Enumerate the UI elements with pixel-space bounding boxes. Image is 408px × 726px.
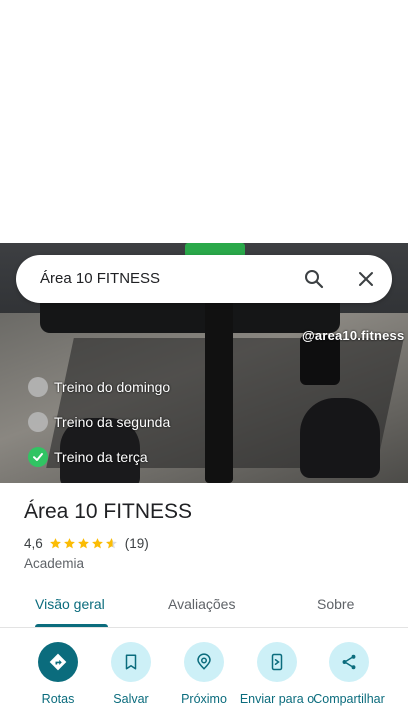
- check-circle-icon: [28, 446, 48, 467]
- review-count[interactable]: (19): [125, 536, 149, 551]
- checklist-item: Treino da terça: [28, 439, 170, 474]
- rating-stars: [49, 537, 119, 550]
- tab-indicator: [35, 624, 108, 627]
- photo-shoe-right: [300, 398, 380, 478]
- directions-icon: [38, 642, 78, 682]
- half-star-icon: [105, 538, 117, 549]
- checklist-label: Treino do domingo: [54, 378, 171, 395]
- share-icon: [329, 642, 369, 682]
- nearby-icon: [184, 642, 224, 682]
- tab-overview[interactable]: Visão geral: [35, 596, 105, 612]
- unchecked-circle-icon: [28, 376, 48, 397]
- star-icon: [63, 538, 75, 549]
- rating-row[interactable]: 4,6 (19): [24, 536, 149, 551]
- checklist-label: Treino da segunda: [54, 413, 171, 430]
- action-bar: Rotas Salvar Próximo Enviar para o Compa…: [0, 640, 408, 726]
- star-icon: [91, 538, 103, 549]
- close-icon[interactable]: [354, 267, 378, 291]
- photo-watermark: @area10.fitness: [302, 328, 405, 343]
- star-icon: [49, 538, 61, 549]
- rating-value: 4,6: [24, 536, 43, 551]
- checklist-item: Treino da segunda: [28, 404, 170, 439]
- nearby-label: Próximo: [181, 692, 227, 706]
- send-to-phone-label: Enviar para o: [239, 692, 315, 706]
- photo-checklist: Treino do domingo Treino da segunda Trei…: [28, 369, 170, 474]
- directions-label: Rotas: [41, 692, 75, 706]
- send-to-phone-button[interactable]: Enviar para o: [239, 642, 315, 706]
- save-button[interactable]: Salvar: [93, 642, 169, 706]
- checklist-label: Treino da terça: [54, 448, 148, 465]
- star-icon: [77, 538, 89, 549]
- nearby-button[interactable]: Próximo: [166, 642, 242, 706]
- directions-button[interactable]: Rotas: [20, 642, 96, 706]
- place-category: Academia: [24, 556, 85, 571]
- checklist-item: Treino do domingo: [28, 369, 170, 404]
- share-button[interactable]: Compartilhar: [311, 642, 387, 706]
- tab-reviews[interactable]: Avaliações: [168, 596, 235, 612]
- send-to-phone-icon: [257, 642, 297, 682]
- search-bar[interactable]: Área 10 FITNESS: [16, 255, 392, 303]
- place-title: Área 10 FITNESS: [24, 500, 193, 523]
- share-label: Compartilhar: [313, 692, 385, 706]
- search-input[interactable]: Área 10 FITNESS: [40, 270, 160, 287]
- search-icon[interactable]: [302, 267, 326, 291]
- place-tabs: Visão geral Avaliações Sobre: [0, 585, 408, 628]
- tab-about[interactable]: Sobre: [317, 596, 354, 612]
- bookmark-icon: [111, 642, 151, 682]
- photo-cable: [205, 293, 233, 483]
- unchecked-circle-icon: [28, 411, 48, 432]
- save-label: Salvar: [113, 692, 149, 706]
- map-blank-area: [0, 0, 408, 243]
